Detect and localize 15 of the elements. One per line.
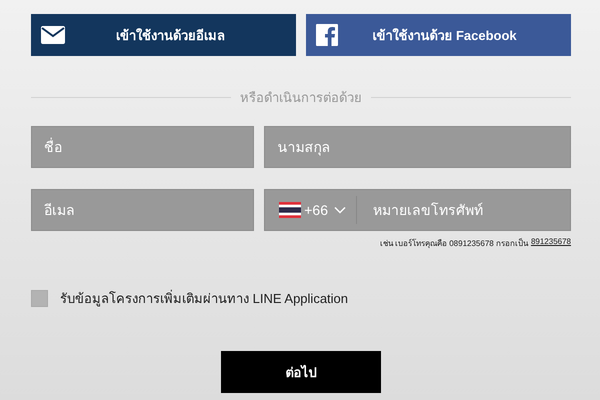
facebook-icon — [316, 24, 338, 46]
example-number: 891235678 — [530, 237, 571, 248]
checkbox[interactable] — [31, 290, 48, 307]
facebook-login-button[interactable]: เข้าใช้งานด้วย Facebook — [306, 14, 571, 56]
next-button[interactable]: ต่อไป — [221, 351, 381, 393]
email-login-button[interactable]: เข้าใช้งานด้วยอีเมล — [31, 14, 296, 56]
input-field[interactable]: อีเมล — [31, 189, 254, 231]
envelope-icon — [41, 26, 65, 44]
thailand-flag-icon — [279, 202, 302, 218]
input-field[interactable]: ชื่อ — [31, 126, 254, 168]
input-field[interactable]: นามสกุล — [264, 126, 571, 168]
hint-text: เช่น เบอร์โทรคุณคือ 0891235678 กรอกเป็น — [380, 237, 528, 250]
chevron-down-icon — [334, 206, 346, 214]
divider-label: หรือดำเนินการต่อด้วย — [239, 88, 363, 106]
checkbox-label: รับข้อมูลโครงการเพิ่มเติมผ่านทาง LINE Application — [60, 288, 348, 308]
